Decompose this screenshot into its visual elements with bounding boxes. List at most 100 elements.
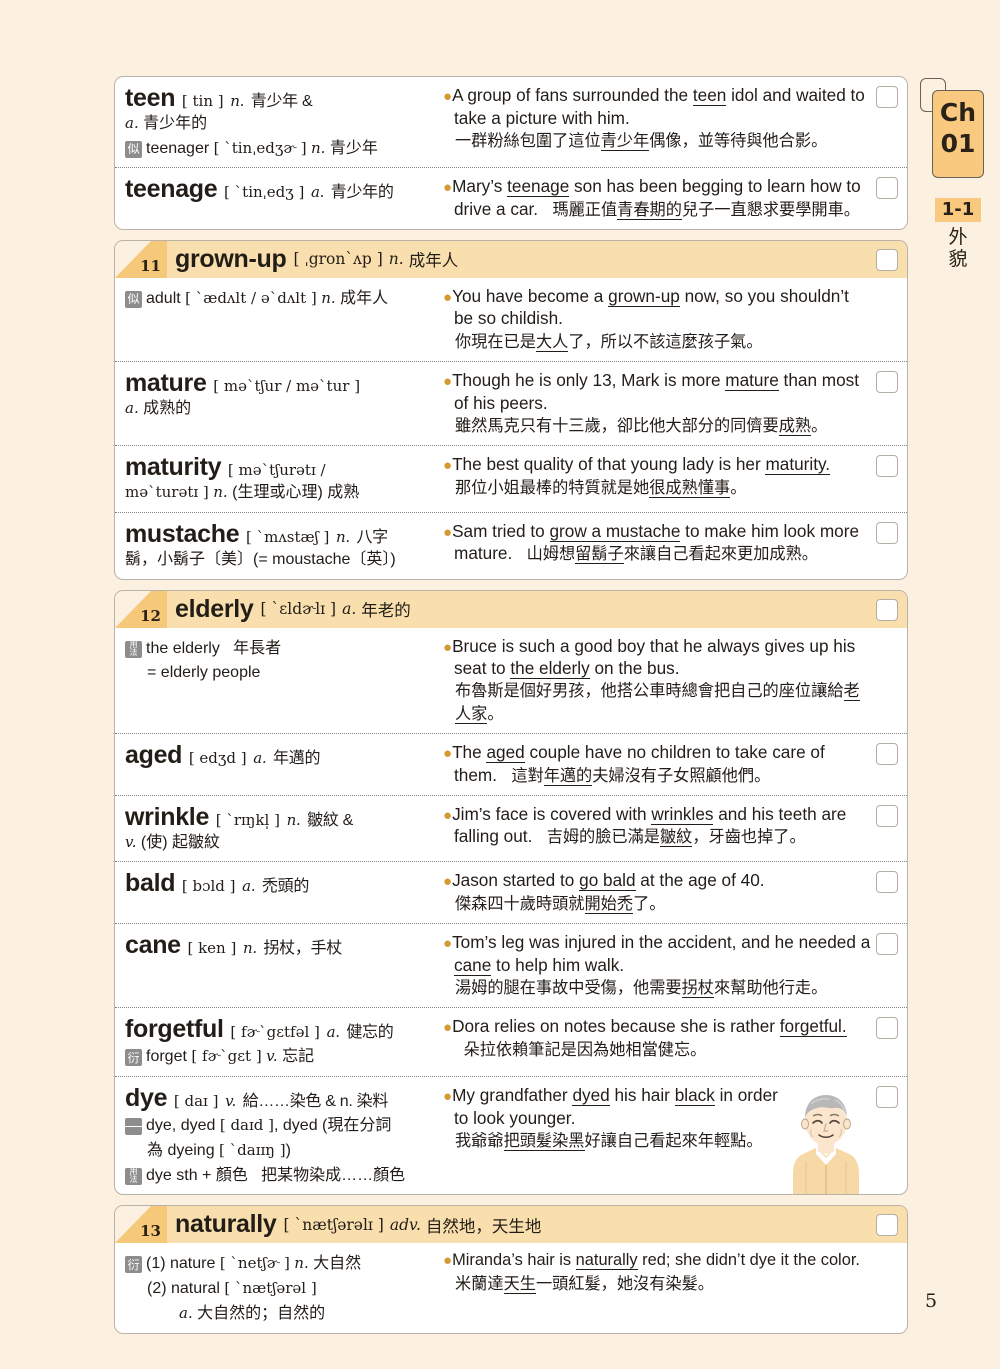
example-sentence-zh: 那位小姐最棒的特質就是她很成熟懂事。 <box>455 478 747 498</box>
similar-word-icon: 似 <box>125 290 142 308</box>
entry-row-maturity: maturity [ məˋtʃurətɪ / məˋturətɪ ] n. (… <box>115 445 907 512</box>
headword-wrinkle: wrinkle [ ˋrɪŋkl̩ ] n. 皺紋 & <box>125 803 427 831</box>
headword-teen: teen [ tin ] n. 青少年 & <box>125 84 427 112</box>
group-pos: n. <box>388 250 404 269</box>
vocab-group-naturally: 13 naturally [ ˋnætʃərəlɪ ] adv. 自然地，天生地… <box>114 1205 908 1334</box>
note-text: forget [ fɚˋgɛt ] v. 忘記 <box>146 1047 315 1066</box>
entry-right-maturity: ●The best quality of that young lady is … <box>435 446 907 512</box>
checkbox-cane[interactable] <box>876 933 898 956</box>
note-text: the elderly 年長者 <box>146 639 282 657</box>
checkbox-naturally[interactable] <box>876 1214 898 1237</box>
checkbox-grown-up[interactable] <box>876 248 898 271</box>
group-headword: naturally <box>175 1210 277 1239</box>
bullet-dot-icon: ● <box>443 806 453 824</box>
group-headword: elderly <box>175 594 254 623</box>
group-phonetic: [ ˋnætʃərəlɪ ] <box>283 1215 384 1234</box>
derived-word-icon: 衍 <box>125 1256 142 1274</box>
checkbox-wrinkle[interactable] <box>876 804 898 827</box>
phonetic-text: [ daɪ ] <box>173 1092 219 1111</box>
entry-right-cane: ●Tom’s leg was injured in the accident, … <box>435 924 907 1007</box>
checkbox-teen[interactable] <box>876 86 898 108</box>
chapter-tab[interactable]: Ch 01 <box>932 90 984 178</box>
definition-text: 八字 <box>356 528 388 546</box>
note-text: 為 dyeing [ ˋdaɪɪŋ ]) <box>147 1140 291 1159</box>
checkbox-elderly[interactable] <box>876 598 898 621</box>
group-header-elderly: 12 elderly [ ˋɛldɚlɪ ] a. 年老的 <box>115 590 907 628</box>
definition-text: 拐杖，手杖 <box>263 940 342 958</box>
entry-right-bald: ●Jason started to go bald at the age of … <box>435 862 907 923</box>
note-derived-forget: 衍 forget [ fɚˋgɛt ] v. 忘記 <box>125 1046 427 1068</box>
entry-right-the-elderly: ●Bruce is such a good boy that he always… <box>435 628 907 734</box>
checkbox-forgetful[interactable] <box>876 1017 898 1040</box>
definition-continued: v. (使) 起皺紋 <box>125 832 221 851</box>
entry-right-naturally: ●Miranda’s hair is naturally red; she di… <box>435 1243 907 1332</box>
group-header-grown-up: 11 grown-up [ ˌgronˋʌp ] n. 成年人 <box>115 240 907 278</box>
checkbox-teenage[interactable] <box>876 177 898 200</box>
entry-row-wrinkle: wrinkle [ ˋrɪŋkl̩ ] n. 皺紋 & v. (使) 起皺紋 ●… <box>115 794 907 862</box>
entry-row-dye: dye [ daɪ ] v. 給……染色 & n. 染料 dye, dyed [… <box>115 1076 907 1195</box>
phonetic-text: [ ken ] <box>187 939 237 958</box>
example-sentence-en: ●Jim’s face is covered with wrinkles and… <box>443 803 847 848</box>
note-derived-nature: 衍 (1) nature [ ˋnetʃɚ ] n. 大自然 <box>125 1253 427 1275</box>
phonetic-text: [ ˋmʌstæʃ ] <box>245 527 330 546</box>
entry-left-dye: dye [ daɪ ] v. 給……染色 & n. 染料 dye, dyed [… <box>115 1077 435 1194</box>
definition-text: 健忘的 <box>346 1024 394 1042</box>
example-sentence-zh: 布魯斯是個好男孩，他搭公車時總會把自己的座位讓給老人家。 <box>455 682 860 724</box>
example-sentence-en: ●Jason started to go bald at the age of … <box>443 870 765 892</box>
checkbox-dye[interactable] <box>876 1086 898 1109</box>
entry-left-forgetful: forgetful [ fɚˋgɛtfəl ] a. 健忘的 衍 forget … <box>115 1008 435 1076</box>
bullet-dot-icon: ● <box>443 935 453 953</box>
definition-text: 禿頭的 <box>261 878 310 896</box>
section-label-line2: 貌 <box>948 249 968 271</box>
bullet-dot-icon: ● <box>443 1019 453 1037</box>
group-definition: 年老的 <box>361 602 411 621</box>
phonetic-text: [ bɔld ] <box>181 877 236 896</box>
entry-left-mature: mature [ məˋtʃur / məˋtur ] a. 成熟的 <box>115 362 435 445</box>
headword-text: aged <box>125 741 183 770</box>
headword-text: forgetful <box>125 1015 224 1044</box>
checkbox-mature[interactable] <box>876 371 898 394</box>
entry-left-naturally: 衍 (1) nature [ ˋnetʃɚ ] n. 大自然 (2) natur… <box>115 1243 435 1332</box>
definition-text: 皺紋 & <box>307 811 354 829</box>
checkbox-maturity[interactable] <box>876 455 898 478</box>
group-headword: grown-up <box>175 244 287 273</box>
entry-row-naturally: 衍 (1) nature [ ˋnetʃɚ ] n. 大自然 (2) natur… <box>115 1243 907 1332</box>
entry-right-wrinkle: ●Jim’s face is covered with wrinkles and… <box>435 796 907 862</box>
checkbox-aged[interactable] <box>876 743 898 766</box>
usage-note-icon: 用法 <box>125 1167 142 1185</box>
entry-row-teenage: teenage [ ˋtinˌedʒ ] a. 青少年的 ●Mary’s tee… <box>115 167 907 229</box>
example-sentence-en: ●Sam tried to grow a mustache to make hi… <box>443 520 860 565</box>
entry-right-teenage: ●Mary’s teenage son has been begging to … <box>435 168 907 229</box>
group-phonetic: [ ˌgronˋʌp ] <box>293 250 383 269</box>
chapter-number: 01 <box>940 129 976 159</box>
checkbox-mustache[interactable] <box>876 521 898 544</box>
entry-left-mustache: mustache [ ˋmʌstæʃ ] n. 八字 鬍，小鬍子〔美〕(= mo… <box>115 513 435 579</box>
bullet-dot-icon: ● <box>443 1252 453 1270</box>
note-text: adult [ ˋædʌlt / əˋdʌlt ] n. 成年人 <box>146 288 389 307</box>
entry-row-bald: bald [ bɔld ] a. 禿頭的 ●Jason started to g… <box>115 861 907 923</box>
group-number-badge: 11 <box>115 240 167 278</box>
example-sentence-en: ●Dora relies on notes because she is rat… <box>443 1016 847 1059</box>
pos-text: n. <box>335 527 350 546</box>
bullet-dot-icon: ● <box>443 638 453 656</box>
entry-right-grown-up: ●You have become a grown-up now, so you … <box>435 278 907 361</box>
pos-text: a. <box>326 1023 340 1042</box>
definition-text: 青少年的 <box>330 184 394 202</box>
phonetic-text: [ fɚˋgɛtfəl ] <box>230 1023 320 1042</box>
definition-text: 青少年 & <box>250 93 313 110</box>
headword-aged: aged [ edʒd ] a. 年邁的 <box>125 741 427 769</box>
section-number: 1-1 <box>935 198 981 222</box>
verb-forms-icon <box>125 1118 142 1136</box>
headword-teenage: teenage [ ˋtinˌedʒ ] a. 青少年的 <box>125 175 427 203</box>
example-sentence-zh: 雖然馬克只有十三歲，卻比他大部分的同儕要成熟。 <box>455 416 828 436</box>
example-sentence-zh: 你現在已是大人了，所以不該這麼孩子氣。 <box>455 332 763 352</box>
vocabulary-content-column: teen [ tin ] n. 青少年 & a. 青少年的 似 teenager… <box>114 76 908 1344</box>
phonetic-text: [ edʒd ] <box>188 749 247 768</box>
definition-continued: 鬍，小鬍子〔美〕(= moustache〔英〕) <box>125 550 396 568</box>
example-sentence-zh: 傑森四十歲時頭就開始禿了。 <box>455 894 666 914</box>
checkbox-bald[interactable] <box>876 871 898 894</box>
similar-word-icon: 似 <box>125 140 142 158</box>
phonetic-text: [ ˋtinˌedʒ ] <box>224 183 305 202</box>
example-sentence-zh: 米蘭達天生一頭紅髮，她沒有染髮。 <box>455 1274 714 1294</box>
entry-row-the-elderly: 用法 the elderly 年長者 = elderly people ●Bru… <box>115 628 907 734</box>
